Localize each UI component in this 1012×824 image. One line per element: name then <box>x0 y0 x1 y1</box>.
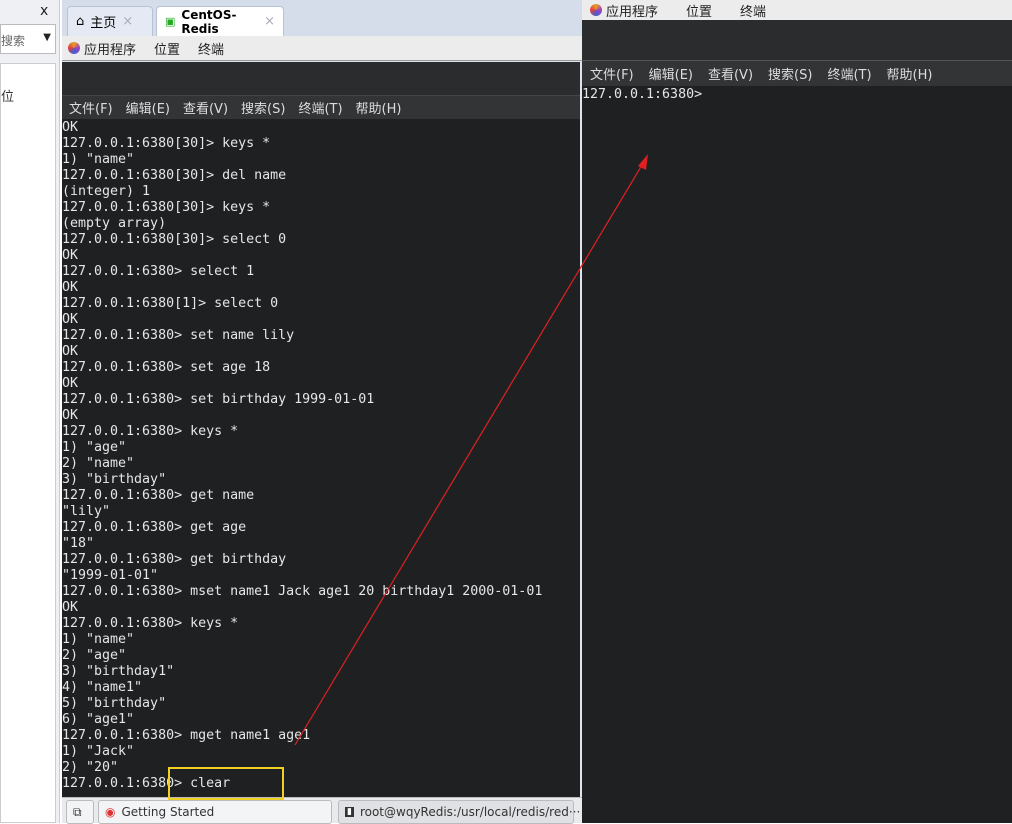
applications-menu[interactable]: 应用程序 <box>68 39 136 58</box>
close-tab-icon[interactable]: × <box>264 14 275 29</box>
terminal-line: 127.0.0.1:6380> clear <box>62 776 231 791</box>
search-placeholder: 搜索 <box>1 34 26 48</box>
library-panel: 位 <box>0 63 56 823</box>
menu-help[interactable]: 帮助(H) <box>356 98 402 117</box>
terminal-menubar: 文件(F) 编辑(E) 查看(V) 搜索(S) 终端(T) 帮助(H) <box>62 95 580 119</box>
terminal-line: 127.0.0.1:6380> select 1 <box>62 264 255 279</box>
applications-menu[interactable]: 应用程序 <box>590 1 658 20</box>
terminal-line: 1) "Jack" <box>62 744 135 759</box>
terminal-line: 3) "birthday1" <box>62 664 175 679</box>
terminal-line: 127.0.0.1:6380> set name lily <box>62 328 295 343</box>
terminal-line: 127.0.0.1:6380> get name <box>62 488 255 503</box>
search-input[interactable]: 搜索 ▼ <box>0 24 56 54</box>
library-item[interactable]: 位 <box>1 86 14 105</box>
menu-search[interactable]: 搜索(S) <box>768 64 812 83</box>
menu-edit[interactable]: 编辑(E) <box>649 64 693 83</box>
close-tab-icon[interactable]: × <box>122 14 133 29</box>
places-menu[interactable]: 位置 <box>686 1 712 20</box>
gnome-top-bar: 应用程序 位置 终端 <box>62 36 582 61</box>
terminal-line: 127.0.0.1:6380> set birthday 1999-01-01 <box>62 392 375 407</box>
terminal-app-menu[interactable]: 终端 <box>740 1 766 20</box>
menu-edit[interactable]: 编辑(E) <box>126 98 170 117</box>
window-titlebar <box>582 20 1012 60</box>
taskbar: ⧉ ◉ Getting Started ▮ root@wqyRedis:/usr/l… <box>62 797 582 824</box>
terminal-line: 5) "birthday" <box>62 696 167 711</box>
close-icon[interactable]: x <box>40 3 48 19</box>
terminal-line: 127.0.0.1:6380[30]> select 0 <box>62 232 287 247</box>
gnome-top-bar: 应用程序 位置 终端 <box>582 0 1012 20</box>
terminal-line: 2) "age" <box>62 648 127 663</box>
terminal-line: 127.0.0.1:6380> set age 18 <box>62 360 271 375</box>
terminal-line: "18" <box>62 536 95 551</box>
gnome-logo-icon <box>590 3 602 16</box>
show-desktop-button[interactable]: ⧉ <box>66 800 94 824</box>
menu-terminal[interactable]: 终端(T) <box>827 64 871 83</box>
terminal-output[interactable]: OK 127.0.0.1:6380[30]> keys * 1) "name" 127… <box>62 119 580 797</box>
menu-view[interactable]: 查看(V) <box>708 64 753 83</box>
taskbar-terminal[interactable]: ▮ root@wqyRedis:/usr/local/redis/red··· <box>338 800 580 824</box>
tab-bar: ⌂ 主页 × ▣ CentOS-Redis × <box>62 0 582 36</box>
terminal-line: 127.0.0.1:6380> keys * <box>62 424 239 439</box>
taskbar-getting-started[interactable]: ◉ Getting Started <box>98 800 332 824</box>
terminal-line: OK <box>62 408 79 423</box>
terminal-line: 127.0.0.1:6380[30]> del name <box>62 168 287 183</box>
vm-icon: ▣ <box>165 15 176 28</box>
terminal-app-menu[interactable]: 终端 <box>198 39 224 58</box>
terminal-line: 1) "name" <box>62 632 135 647</box>
terminal-line: 127.0.0.1:6380> get age <box>62 520 247 535</box>
menu-search[interactable]: 搜索(S) <box>241 98 285 117</box>
terminal-line: 3) "birthday" <box>62 472 167 487</box>
task-label: root@wqyRedis:/usr/local/redis/red··· <box>359 805 581 819</box>
terminal-menubar: 文件(F) 编辑(E) 查看(V) 搜索(S) 终端(T) 帮助(H) <box>582 60 1012 86</box>
terminal-line: OK <box>62 120 79 135</box>
terminal-line: 127.0.0.1:6380> mget name1 age1 <box>62 728 311 743</box>
terminal-line: (integer) 1 <box>62 184 151 199</box>
second-terminal-window: 应用程序 位置 终端 文件(F) 编辑(E) 查看(V) 搜索(S) 终端(T)… <box>582 0 1012 823</box>
vm-window: ⌂ 主页 × ▣ CentOS-Redis × 应用程序 位置 终端 文件(F) 编辑(… <box>62 0 582 824</box>
menu-terminal[interactable]: 终端(T) <box>298 98 342 117</box>
terminal-prompt[interactable]: 127.0.0.1:6380> <box>582 87 702 103</box>
gnome-logo-icon <box>68 41 80 54</box>
terminal-line: 127.0.0.1:6380[30]> keys * <box>62 136 271 151</box>
terminal-line: "lily" <box>62 504 111 519</box>
terminal-line: 127.0.0.1:6380> get birthday <box>62 552 287 567</box>
terminal-line: OK <box>62 376 79 391</box>
terminal-line: 2) "name" <box>62 456 135 471</box>
dropdown-arrow-icon[interactable]: ▼ <box>43 32 51 43</box>
tab-label: 主页 <box>90 16 117 31</box>
terminal-line: 6) "age1" <box>62 712 135 727</box>
terminal-line: 2) "20" <box>62 760 119 775</box>
terminal-line: 127.0.0.1:6380> mset name1 Jack age1 20 … <box>62 584 543 599</box>
places-menu[interactable]: 位置 <box>154 39 180 58</box>
menu-view[interactable]: 查看(V) <box>183 98 228 117</box>
terminal-line: 127.0.0.1:6380[30]> keys * <box>62 200 271 215</box>
terminal-line: OK <box>62 344 79 359</box>
terminal-line: "1999-01-01" <box>62 568 159 583</box>
terminal-line: OK <box>62 248 79 263</box>
tab-home[interactable]: ⌂ 主页 × <box>67 6 153 36</box>
terminal-line: OK <box>62 280 79 295</box>
lifebuoy-icon: ◉ <box>105 805 116 819</box>
terminal-line: 1) "name" <box>62 152 135 167</box>
terminal-line: 1) "age" <box>62 440 127 455</box>
tab-label: CentOS-Redis <box>181 7 237 36</box>
terminal-line: 127.0.0.1:6380[1]> select 0 <box>62 296 279 311</box>
terminal-line: OK <box>62 312 79 327</box>
tab-centos-redis[interactable]: ▣ CentOS-Redis × <box>156 6 284 36</box>
desktop-icon: ⧉ <box>73 804 82 819</box>
terminal-line: 127.0.0.1:6380> keys * <box>62 616 239 631</box>
menu-file[interactable]: 文件(F) <box>590 64 634 83</box>
window-titlebar <box>62 62 580 95</box>
menu-help[interactable]: 帮助(H) <box>887 64 933 83</box>
side-panel: x 搜索 ▼ 位 <box>0 0 60 823</box>
terminal-line: (empty array) <box>62 216 167 231</box>
highlight-box <box>168 767 284 800</box>
terminal-icon: ▮ <box>345 807 354 817</box>
home-icon: ⌂ <box>76 14 85 29</box>
terminal-line: 4) "name1" <box>62 680 143 695</box>
terminal-line: OK <box>62 600 79 615</box>
menu-file[interactable]: 文件(F) <box>69 98 113 117</box>
task-label: Getting Started <box>121 805 215 819</box>
